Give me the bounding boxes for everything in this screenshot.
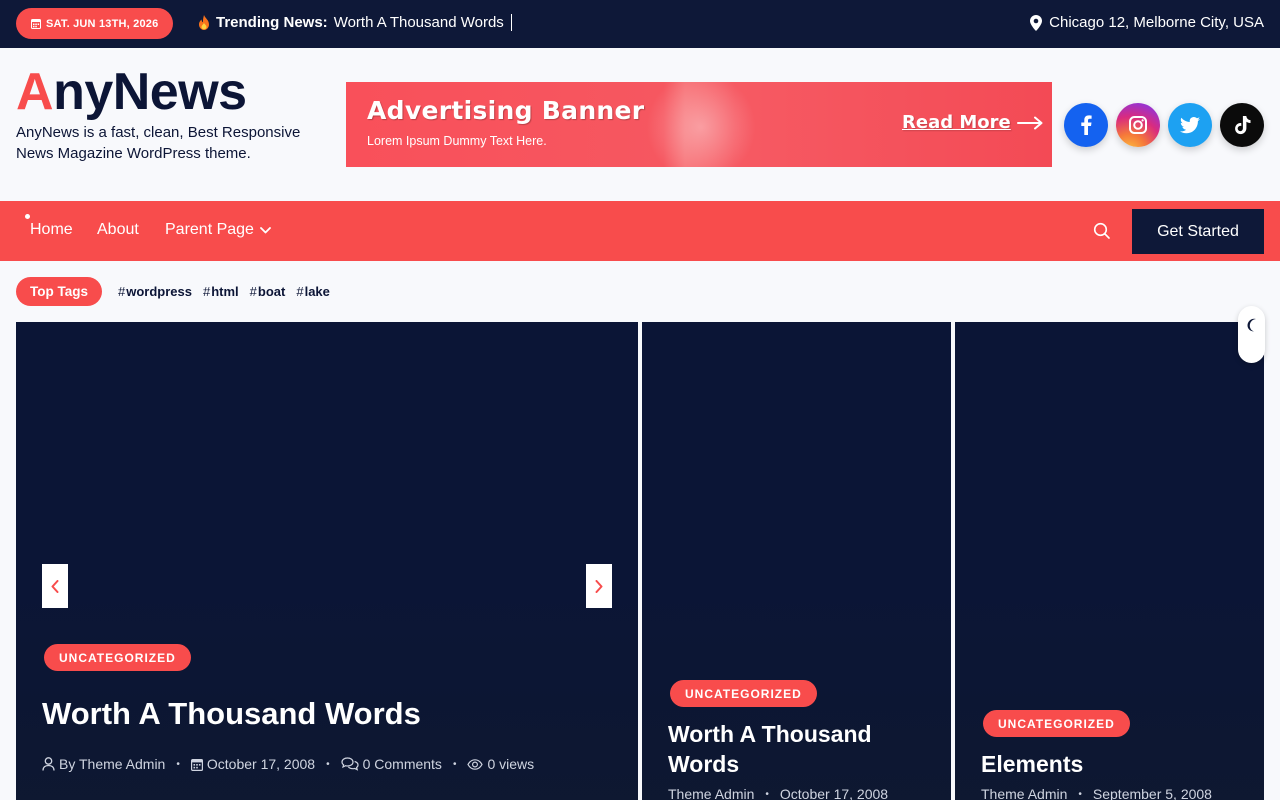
calendar-icon xyxy=(31,18,41,29)
meta-separator: • xyxy=(326,758,330,770)
calendar-icon xyxy=(190,758,203,771)
fire-icon xyxy=(198,15,210,30)
nav-item-home[interactable]: Home xyxy=(30,221,73,239)
post-meta: Theme Admin • October 17, 2008 xyxy=(668,786,888,800)
nav-item-label: Home xyxy=(30,221,73,238)
trending-label: Trending News: xyxy=(216,14,328,31)
banner-read-more-link[interactable]: Read More xyxy=(902,112,1043,133)
post-title[interactable]: Worth A Thousand Words xyxy=(42,694,421,734)
banner-glow xyxy=(646,82,756,167)
meta-separator: • xyxy=(1078,788,1082,800)
category-badge[interactable]: UNCATEGORIZED xyxy=(983,710,1130,737)
meta-separator: • xyxy=(765,788,769,800)
ticker-caret xyxy=(510,14,512,31)
banner-subtitle: Lorem Ipsum Dummy Text Here. xyxy=(367,134,547,148)
date-text[interactable]: October 17, 2008 xyxy=(780,786,888,800)
social-links xyxy=(1064,103,1264,147)
facebook-icon[interactable] xyxy=(1064,103,1108,147)
instagram-icon[interactable] xyxy=(1116,103,1160,147)
top-tags: Top Tags #wordpress #html #boat #lake xyxy=(16,277,330,306)
post-title[interactable]: Worth A Thousand Words xyxy=(668,719,938,779)
banner-read-more-label: Read More xyxy=(902,112,1011,133)
get-started-button[interactable]: Get Started xyxy=(1132,209,1264,254)
chevron-right-icon xyxy=(595,579,603,593)
featured-slider: UNCATEGORIZED Worth A Thousand Words By … xyxy=(16,322,638,800)
active-indicator xyxy=(25,214,30,219)
location-text: Chicago 12, Melborne City, USA xyxy=(1049,14,1264,31)
date-text: SAT. JUN 13TH, 2026 xyxy=(46,17,159,30)
banner-title: Advertising Banner xyxy=(367,96,645,125)
post-meta: Theme Admin • September 5, 2008 xyxy=(981,786,1212,800)
tiktok-icon[interactable] xyxy=(1220,103,1264,147)
location: Chicago 12, Melborne City, USA xyxy=(1030,14,1264,31)
user-icon xyxy=(42,757,55,771)
category-badge[interactable]: UNCATEGORIZED xyxy=(670,680,817,707)
chevron-left-icon xyxy=(51,579,59,593)
post-card: UNCATEGORIZED Elements Theme Admin • Sep… xyxy=(955,322,1264,800)
advertising-banner[interactable]: Advertising Banner Lorem Ipsum Dummy Tex… xyxy=(346,82,1052,167)
tag-label: boat xyxy=(257,284,286,299)
post-comments[interactable]: 0 Comments xyxy=(340,756,442,772)
tag-label: html xyxy=(211,284,239,299)
map-pin-icon xyxy=(1030,14,1043,31)
views-count: 0 views xyxy=(487,756,535,772)
dark-mode-toggle[interactable] xyxy=(1238,306,1265,363)
trending-link[interactable]: Worth A Thousand Words xyxy=(334,14,504,31)
post-date[interactable]: October 17, 2008 xyxy=(190,756,316,772)
post-card: UNCATEGORIZED Worth A Thousand Words The… xyxy=(642,322,951,800)
arrow-right-icon xyxy=(1016,116,1043,130)
nav-item-label: Parent Page xyxy=(165,221,254,238)
author-name[interactable]: Theme Admin xyxy=(668,786,754,800)
site-logo[interactable]: AnyNews xyxy=(16,64,247,120)
search-icon[interactable] xyxy=(1093,222,1111,240)
moon-icon xyxy=(1245,318,1259,363)
twitter-icon[interactable] xyxy=(1168,103,1212,147)
date-text[interactable]: September 5, 2008 xyxy=(1093,786,1212,800)
tag-label: wordpress xyxy=(126,284,192,299)
tag-html[interactable]: #html xyxy=(203,284,239,299)
tag-boat[interactable]: #boat xyxy=(250,284,286,299)
logo-letter-a: A xyxy=(16,63,54,121)
nav-item-label: About xyxy=(97,221,139,238)
post-title[interactable]: Elements xyxy=(981,749,1251,779)
date-badge: SAT. JUN 13TH, 2026 xyxy=(16,8,174,39)
slider-prev-button[interactable] xyxy=(42,564,68,608)
site-tagline: AnyNews is a fast, clean, Best Responsiv… xyxy=(16,124,301,162)
comments-count: 0 Comments xyxy=(362,756,442,772)
main-navigation: Home About Parent Page Get Started xyxy=(0,201,1280,261)
slider-next-button[interactable] xyxy=(586,564,612,608)
tag-lake[interactable]: #lake xyxy=(296,284,330,299)
tag-wordpress[interactable]: #wordpress xyxy=(118,284,192,299)
site-header: AnyNews AnyNews is a fast, clean, Best R… xyxy=(0,48,1280,201)
top-bar: SAT. JUN 13TH, 2026 Trending News: Worth… xyxy=(0,0,1280,48)
meta-separator: • xyxy=(176,758,180,770)
nav-item-parent-page[interactable]: Parent Page xyxy=(165,221,271,239)
chevron-down-icon xyxy=(260,226,271,234)
post-views: 0 views xyxy=(467,756,534,772)
meta-separator: • xyxy=(452,758,457,770)
date-text: October 17, 2008 xyxy=(206,756,316,772)
top-tags-label: Top Tags xyxy=(16,277,102,306)
logo-text: nyNews xyxy=(53,63,247,121)
trending-news: Trending News: Worth A Thousand Words xyxy=(198,14,512,31)
nav-item-about[interactable]: About xyxy=(97,221,139,239)
author-name: By Theme Admin xyxy=(59,756,166,772)
post-author[interactable]: By Theme Admin xyxy=(42,756,165,772)
tag-label: lake xyxy=(304,284,330,299)
author-name[interactable]: Theme Admin xyxy=(981,786,1067,800)
comments-icon xyxy=(340,757,359,771)
post-meta: By Theme Admin • October 17, 2008 • 0 Co… xyxy=(42,756,534,772)
eye-icon xyxy=(467,758,484,770)
category-badge[interactable]: UNCATEGORIZED xyxy=(44,644,191,671)
